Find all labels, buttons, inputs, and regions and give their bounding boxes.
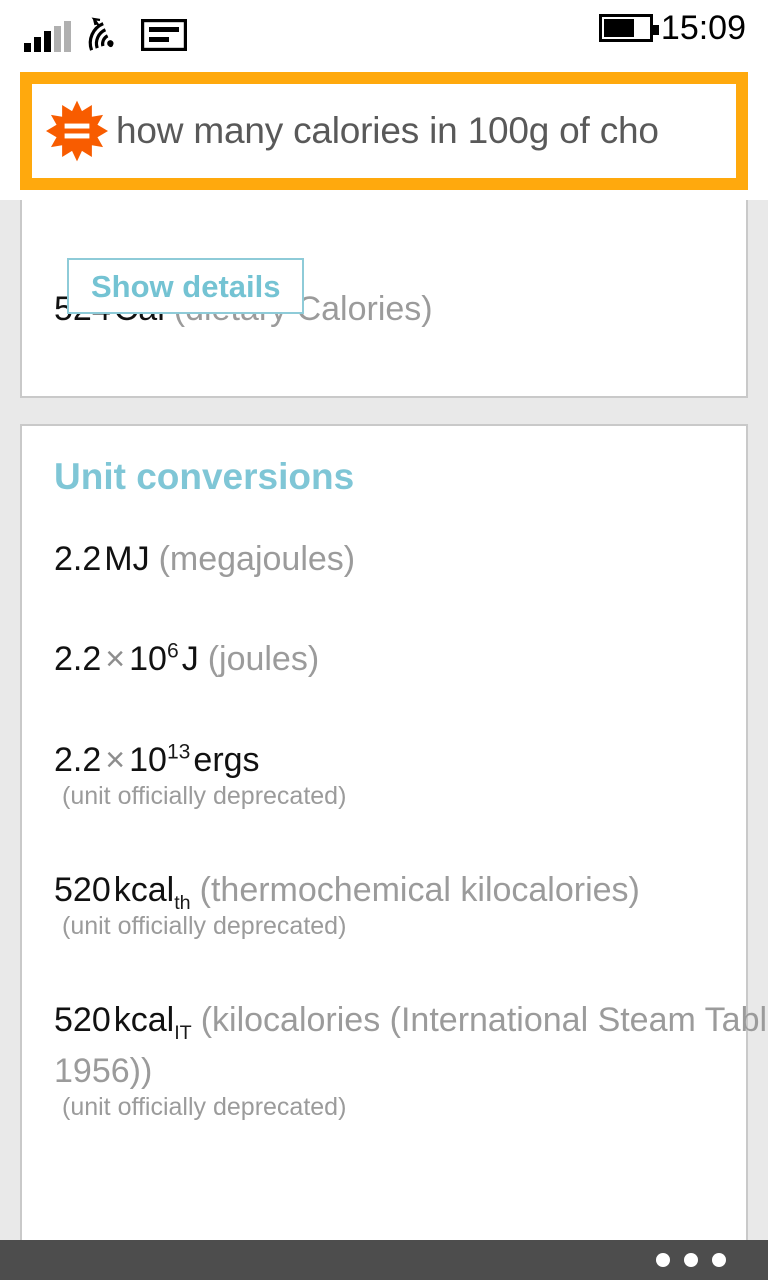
conversion-description: (kilocalories (International Steam Table bbox=[200, 1001, 768, 1039]
conversion-base: 10 bbox=[129, 640, 167, 678]
conversion-row: 2.2 × 106J (joules) bbox=[54, 640, 319, 679]
conversion-unit: kcal bbox=[113, 1001, 175, 1039]
conversion-base: 10 bbox=[129, 741, 167, 779]
search-input-container[interactable]: how many calories in 100g of cho bbox=[30, 82, 738, 180]
result-card: 524Cal(dietary Calories) Show details bbox=[20, 200, 748, 398]
conversion-value: 520 bbox=[54, 871, 111, 909]
bottom-app-bar bbox=[0, 1240, 768, 1280]
conversion-value: 520 bbox=[54, 1001, 111, 1039]
multiplication-sign: × bbox=[105, 640, 126, 678]
conversion-row: 2.2MJ (megajoules) bbox=[54, 540, 355, 579]
unit-conversions-card: Unit conversions 2.2MJ (megajoules) 2.2 × 1… bbox=[20, 424, 768, 1240]
search-bar[interactable]: how many calories in 100g of cho bbox=[20, 72, 748, 190]
conversion-exponent: 13 bbox=[166, 740, 191, 764]
multiplication-sign: × bbox=[105, 741, 126, 779]
status-bar-clock: 15:09 bbox=[660, 9, 746, 47]
conversion-note: (unit officially deprecated) bbox=[62, 782, 347, 810]
conversion-unit-subscript: th bbox=[174, 891, 191, 914]
conversion-exponent: 6 bbox=[166, 639, 179, 663]
wifi-icon bbox=[85, 16, 127, 52]
search-query-text[interactable]: how many calories in 100g of cho bbox=[116, 110, 736, 152]
conversion-value: 2.2 bbox=[54, 640, 102, 678]
status-bar-left-icons bbox=[24, 8, 188, 52]
conversion-value: 2.2 bbox=[54, 540, 102, 578]
conversion-value: 2.2 bbox=[54, 741, 102, 779]
conversion-description: (joules) bbox=[207, 640, 320, 678]
conversion-description-line2: 1956)) bbox=[54, 1052, 153, 1090]
results-scroll-area[interactable]: 524Cal(dietary Calories) Show details Un… bbox=[0, 200, 768, 1240]
cellular-signal-icon bbox=[24, 21, 71, 52]
conversion-unit: kcal bbox=[113, 871, 175, 909]
status-bar: 15:09 bbox=[0, 0, 768, 60]
overflow-menu-icon[interactable] bbox=[656, 1253, 726, 1267]
conversion-note: (unit officially deprecated) bbox=[62, 912, 347, 940]
status-bar-right-icons: 15:09 bbox=[598, 6, 746, 50]
conversion-description: (megajoules) bbox=[158, 540, 356, 578]
conversion-note: (unit officially deprecated) bbox=[62, 1093, 347, 1121]
conversion-description: (thermochemical kilocalories) bbox=[199, 871, 640, 909]
conversion-row: 2.2 × 1013ergs (unit officially deprecated… bbox=[54, 741, 346, 811]
conversion-unit: J bbox=[181, 640, 199, 678]
conversion-unit: ergs bbox=[193, 741, 260, 779]
conversion-row: 520kcalIT (kilocalories (International St… bbox=[54, 1001, 768, 1122]
phone-screen: 15:09 how many calories in 100g of cho 5… bbox=[0, 0, 768, 1280]
unit-conversions-title: Unit conversions bbox=[54, 456, 355, 497]
conversion-unit: MJ bbox=[104, 540, 150, 578]
show-details-button[interactable]: Show details bbox=[67, 258, 305, 314]
conversion-row: 520kcalth (thermochemical kilocalories) (… bbox=[54, 871, 640, 941]
wolfram-spikey-icon bbox=[46, 100, 108, 162]
sim-card-icon bbox=[140, 18, 188, 52]
battery-icon bbox=[598, 14, 659, 42]
conversion-unit-subscript: IT bbox=[174, 1021, 192, 1044]
